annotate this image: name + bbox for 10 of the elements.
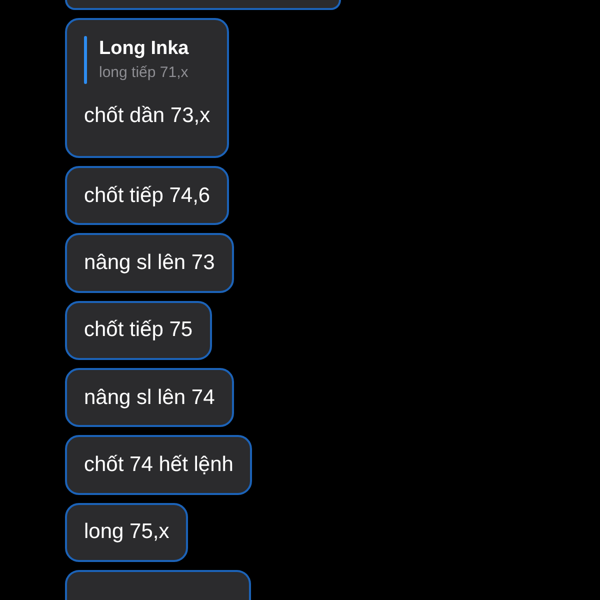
message-text: chốt tiếp 74,6 bbox=[84, 182, 210, 209]
message-text: long 75,x bbox=[84, 519, 170, 546]
quoted-message[interactable]: Long Inka long tiếp 71,x bbox=[84, 36, 210, 84]
quoted-text: long tiếp 71,x bbox=[99, 63, 189, 83]
quoted-sender: Long Inka bbox=[99, 37, 189, 61]
message-text: chốt dần 73,x bbox=[84, 103, 210, 129]
message-text: chốt tiếp 75 bbox=[84, 317, 193, 344]
message-text: chốt 74 hết lệnh bbox=[84, 452, 234, 478]
message-text: nâng sl lên 73 bbox=[84, 250, 215, 276]
message-text: nâng sl lên 74 bbox=[84, 384, 215, 411]
